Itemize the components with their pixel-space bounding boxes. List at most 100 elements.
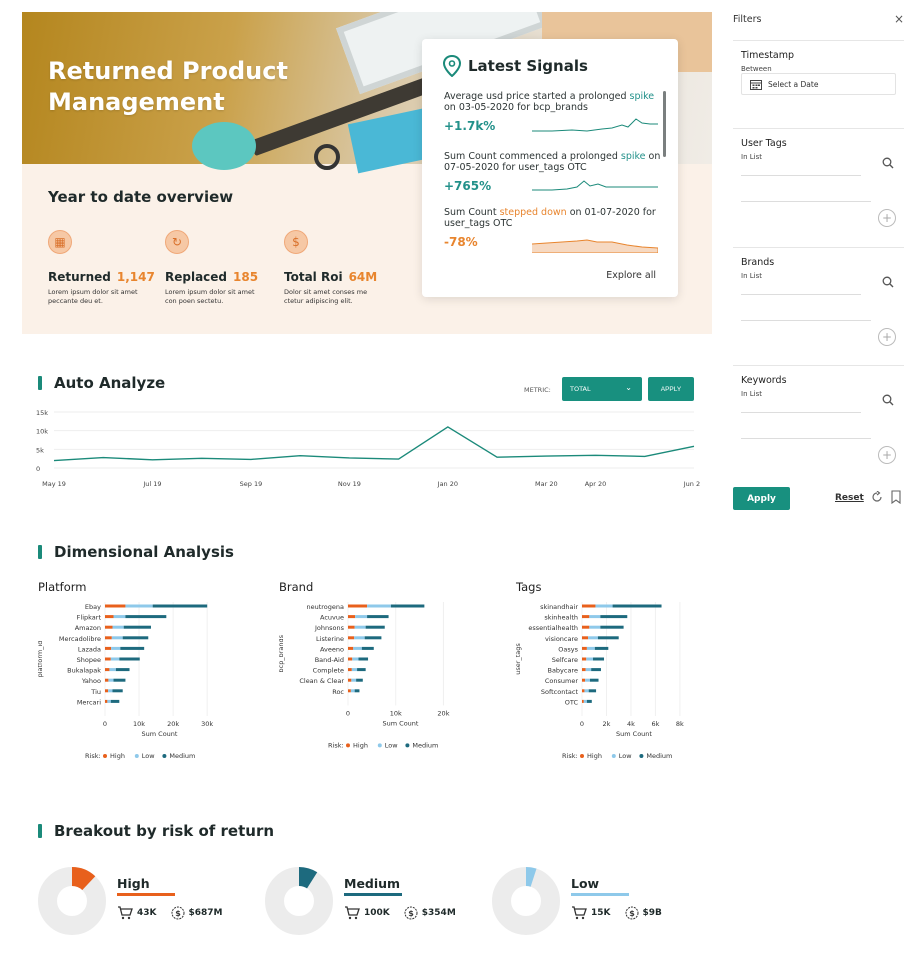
y-tick-label: Clean & Clear: [299, 677, 344, 685]
stat-returned: ▦ Returned 1,147 Lorem ipsum dolor sit am…: [48, 230, 168, 306]
bar-segment: [589, 615, 601, 619]
bar-segment: [361, 646, 374, 650]
tags-bar-chart: 0 2k 4k 6k 8k skinandhair skinhealth essentialh…: [514, 602, 684, 760]
breakout-medium[interactable]: Medium 100K $ $354M: [264, 866, 464, 938]
section-accent: [38, 824, 42, 838]
y-tick-label: Mercadolibre: [59, 635, 101, 643]
bar-segment: [390, 604, 425, 608]
legend-title: Risk:: [562, 752, 578, 760]
bar-segment: [364, 636, 382, 640]
bar-segment: [585, 678, 590, 682]
x-tick-label: 2k: [603, 720, 611, 728]
reset-link[interactable]: Reset: [835, 493, 864, 503]
legend-marker: [103, 754, 107, 758]
y-tick-label: essentialhealth: [528, 624, 578, 632]
y-tick-label: Oasys: [558, 645, 578, 653]
section-title-text: Auto Analyze: [54, 374, 166, 392]
stat-label: Returned: [48, 270, 111, 284]
x-tick-label: 20k: [167, 720, 179, 728]
bar-segment: [348, 657, 353, 661]
x-tick-label: Jul 19: [142, 480, 161, 488]
bar-segment: [152, 604, 208, 608]
risk-money: $9B: [642, 908, 662, 918]
bookmark-icon[interactable]: [891, 490, 901, 504]
y-tick-label: 15k: [36, 409, 48, 417]
y-tick-label: Amazon: [75, 624, 101, 632]
close-icon[interactable]: ×: [894, 12, 904, 26]
legend-label: Low: [385, 741, 398, 749]
filter-brands: Brands In List +: [733, 247, 904, 359]
bar-segment: [110, 657, 120, 661]
refresh-icon[interactable]: [871, 491, 883, 503]
date-picker[interactable]: Select a Date: [741, 73, 896, 95]
x-tick-label: Jan 20: [437, 480, 458, 488]
filter-input-line[interactable]: [741, 412, 861, 413]
stat-replaced: ↻ Replaced 185 Lorem ipsum dolor sit amet…: [165, 230, 285, 306]
dollar-coin-icon: $: [171, 906, 184, 920]
risk-label: Low: [571, 876, 600, 891]
bar-segment: [586, 699, 592, 703]
filter-input-line[interactable]: [741, 175, 861, 176]
x-tick-label: 30k: [201, 720, 213, 728]
metric-apply-button[interactable]: APPLY: [648, 377, 694, 401]
stat-desc: Lorem ipsum dolor sit amet con poen sect…: [165, 288, 255, 305]
stat-label: Replaced: [165, 270, 228, 284]
explore-all-link[interactable]: Explore all: [606, 270, 656, 281]
stat-total-roi: $ Total Roi 64M Dolor sit amet conses me …: [284, 230, 404, 306]
search-icon[interactable]: [882, 394, 894, 406]
legend-label: High: [110, 752, 125, 760]
bar-segment: [348, 636, 355, 640]
add-icon[interactable]: +: [878, 446, 896, 464]
metric-select[interactable]: TOTAL ⌄: [562, 377, 642, 401]
shopping-cart-icon: [118, 906, 133, 920]
bar-segment: [348, 615, 356, 619]
x-tick-label: 20k: [437, 709, 449, 717]
legend-label: Low: [619, 752, 632, 760]
risk-money: $354M: [421, 908, 456, 918]
risk-count: 43K: [137, 908, 157, 918]
stat-desc: Lorem ipsum dolor sit amet peccante deu …: [48, 288, 138, 305]
bar-segment: [354, 636, 365, 640]
breakout-high[interactable]: High 43K $ $687M: [37, 866, 237, 938]
y-axis-label: user_tags: [516, 643, 522, 675]
signal-highlight: stepped down: [499, 207, 567, 218]
bar-segment: [348, 668, 352, 672]
risk-donut: [492, 867, 560, 935]
filter-title: Timestamp: [741, 50, 795, 61]
filter-input-line[interactable]: [741, 294, 861, 295]
bar-segment: [582, 699, 584, 703]
signal-sparkline: [532, 180, 658, 191]
bar-segment: [111, 646, 121, 650]
breakout-low[interactable]: Low 15K $ $9B: [491, 866, 691, 938]
add-icon[interactable]: +: [878, 328, 896, 346]
search-icon[interactable]: [882, 276, 894, 288]
stat-value: 1,147: [116, 270, 155, 284]
bar-segment: [105, 668, 110, 672]
add-icon[interactable]: +: [878, 209, 896, 227]
legend-marker: [346, 743, 350, 748]
dollar-coin-icon: $: [625, 906, 638, 920]
bar-segment: [110, 699, 120, 703]
legend-marker: [639, 754, 644, 758]
risk-donut: [265, 867, 333, 935]
dollar-coin-icon: $: [284, 230, 308, 254]
chart-title: Platform: [38, 580, 87, 594]
filters-apply-button[interactable]: Apply: [733, 487, 790, 510]
filter-user-tags: User Tags In List +: [733, 128, 904, 240]
bar-segment: [348, 646, 354, 650]
bar-segment: [105, 636, 112, 640]
legend-marker: [611, 754, 616, 758]
chart-title: Tags: [516, 580, 542, 594]
bar-segment: [125, 615, 167, 619]
x-tick-label: Jun 20: [683, 480, 700, 488]
legend-marker: [134, 754, 139, 758]
y-tick-label: Aveeno: [320, 645, 344, 653]
search-icon[interactable]: [882, 157, 894, 169]
x-tick-label: 0: [103, 720, 107, 728]
brand-bar-chart: 0 10k 20k neutrogena Acuvue Johnsons Listerine…: [277, 602, 450, 749]
filter-sub: In List: [741, 153, 762, 161]
bar-segment: [108, 689, 113, 693]
bar-segment: [352, 657, 359, 661]
bar-segment: [105, 699, 108, 703]
breakout-title: Breakout by risk of return: [38, 822, 274, 840]
